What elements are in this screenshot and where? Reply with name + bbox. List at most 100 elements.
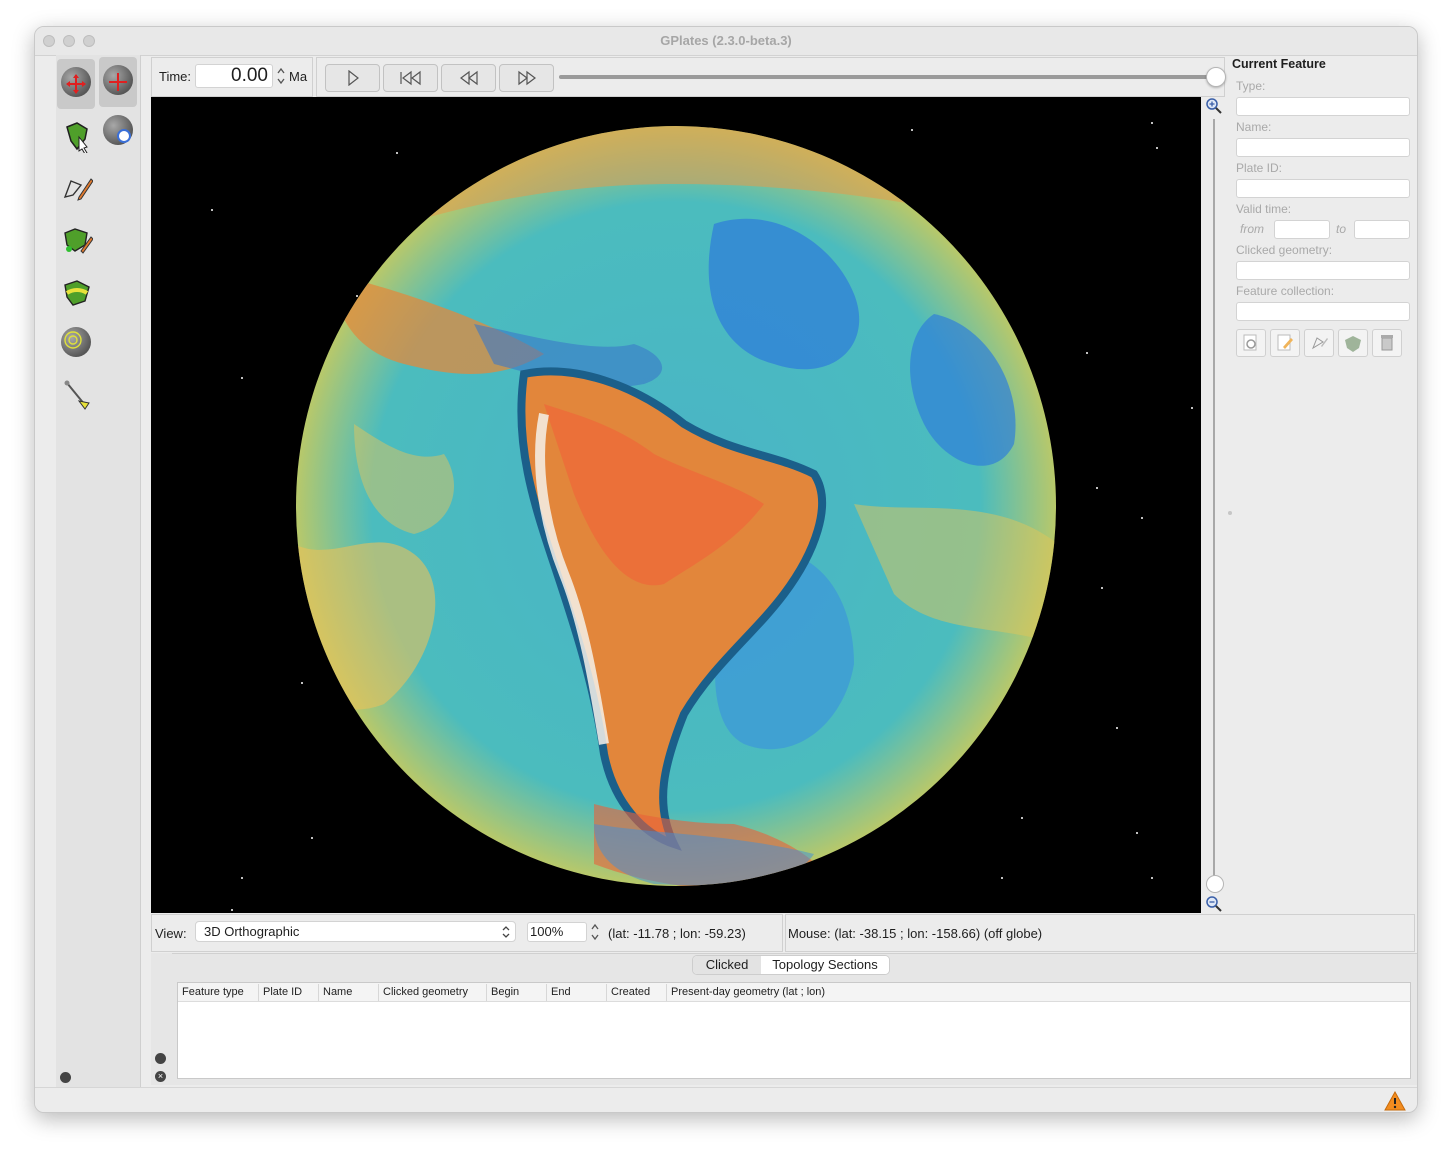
star-dot	[1086, 352, 1088, 354]
drag-globe-secondary-button[interactable]	[99, 57, 137, 107]
edit-feature-button[interactable]	[1270, 329, 1300, 357]
star-dot	[1096, 487, 1098, 489]
projection-select[interactable]: 3D Orthographic	[195, 921, 516, 942]
time-stepper-icon[interactable]	[276, 66, 286, 86]
zoom-globe-tool-button[interactable]	[99, 107, 137, 157]
move-vertex-button[interactable]	[1304, 329, 1334, 357]
bottom-panel-divider	[172, 953, 1417, 954]
feature-collection-field	[1236, 302, 1410, 321]
star-dot	[1151, 122, 1153, 124]
zoom-in-icon[interactable]	[1205, 97, 1223, 115]
chevron-updown-icon	[502, 926, 510, 938]
time-slider-track[interactable]	[559, 75, 1215, 79]
digitise-polyline-icon	[63, 178, 93, 201]
valid-time-to-field	[1354, 220, 1410, 239]
close-panel-icon[interactable]: ×	[155, 1071, 166, 1082]
small-circle-tool-button[interactable]	[57, 319, 95, 369]
star-dot	[241, 877, 243, 879]
window-title: GPlates (2.3.0-beta.3)	[660, 33, 792, 48]
zoom-slider[interactable]	[1203, 97, 1225, 913]
type-label: Type:	[1236, 79, 1266, 93]
choose-feature-tool-button[interactable]	[57, 111, 95, 161]
time-input[interactable]: 0.00	[195, 64, 273, 88]
globe-canvas[interactable]	[151, 97, 1201, 913]
column-header[interactable]: Present-day geometry (lat ; lon)	[666, 984, 825, 1001]
magnifier-plus-icon	[117, 129, 131, 143]
star-dot	[1116, 727, 1118, 729]
from-label: from	[1240, 222, 1264, 236]
star-dot	[1156, 147, 1158, 149]
reset-to-start-button[interactable]	[383, 64, 438, 92]
app-window: GPlates (2.3.0-beta.3) Time: 0.00 Ma Cur…	[34, 26, 1418, 1113]
plate-id-label: Plate ID:	[1236, 161, 1283, 175]
zoom-out-icon[interactable]	[1205, 895, 1223, 913]
column-header[interactable]: Begin	[486, 984, 519, 1001]
mouse-status-bar: Mouse: (lat: -38.15 ; lon: -158.66) (off…	[785, 914, 1415, 952]
edit-topology-tool-button[interactable]	[57, 215, 95, 265]
playback-toolbar	[316, 57, 1226, 97]
globe[interactable]	[294, 124, 1058, 888]
edit-feature-icon	[1277, 334, 1293, 351]
float-panel-icon[interactable]	[155, 1053, 166, 1064]
delete-button[interactable]	[1372, 329, 1402, 357]
tab-topology-sections[interactable]: Topology Sections	[761, 956, 889, 974]
star-dot	[1141, 517, 1143, 519]
fast-forward-icon	[517, 70, 536, 86]
star-dot	[1191, 407, 1193, 409]
query-feature-button[interactable]	[1236, 329, 1266, 357]
digitise-geometry-tool-button[interactable]	[57, 163, 95, 213]
table-header: Feature type Plate ID Name Clicked geome…	[178, 983, 1410, 1002]
delete-icon	[1381, 335, 1393, 351]
feature-collection-label: Feature collection:	[1236, 284, 1335, 298]
star-dot	[1136, 832, 1138, 834]
column-header[interactable]: Clicked geometry	[378, 984, 468, 1001]
star-dot	[241, 377, 243, 379]
feature-table[interactable]: Feature type Plate ID Name Clicked geome…	[177, 982, 1411, 1079]
column-header[interactable]: Feature type	[178, 984, 244, 1001]
build-topology-icon	[64, 280, 90, 306]
status-bar	[35, 1087, 1417, 1112]
time-control: Time: 0.00 Ma	[151, 57, 313, 97]
rewind-button[interactable]	[441, 64, 496, 92]
title-bar: GPlates (2.3.0-beta.3)	[35, 27, 1417, 56]
tab-bar: Clicked Topology Sections	[692, 955, 890, 975]
skip-to-start-icon	[399, 70, 421, 86]
splitter-handle[interactable]	[1228, 511, 1232, 515]
circle-rings-icon	[64, 331, 82, 349]
name-field	[1236, 138, 1410, 157]
reconstruct-icon	[1345, 336, 1361, 352]
column-header[interactable]: Created	[606, 984, 650, 1001]
column-header[interactable]: End	[546, 984, 571, 1001]
name-label: Name:	[1236, 120, 1272, 134]
time-unit-label: Ma	[289, 69, 308, 84]
camera-coordinates: (lat: -11.78 ; lon: -59.23)	[608, 926, 746, 941]
reconstruct-button[interactable]	[1338, 329, 1368, 357]
drag-globe-tool-button[interactable]	[57, 59, 95, 109]
time-slider-handle[interactable]	[1206, 67, 1226, 87]
zoom-percent-input[interactable]: 100%	[527, 922, 587, 942]
build-topology-tool-button[interactable]	[57, 267, 95, 317]
star-dot	[1151, 877, 1153, 879]
column-header[interactable]: Name	[318, 984, 352, 1001]
column-header[interactable]: Plate ID	[258, 984, 302, 1001]
move-arrows-icon	[66, 74, 86, 94]
play-button[interactable]	[325, 64, 380, 92]
zoom-stepper-icon[interactable]	[590, 921, 600, 943]
zoom-slider-track[interactable]	[1213, 119, 1215, 889]
clicked-geometry-label: Clicked geometry:	[1236, 243, 1333, 257]
tab-clicked[interactable]: Clicked	[693, 956, 761, 974]
star-dot	[1101, 587, 1103, 589]
bottom-panel: Clicked Topology Sections Feature type P…	[151, 953, 1417, 1085]
rewind-icon	[459, 70, 478, 86]
query-feature-icon	[1243, 334, 1257, 351]
edit-topology-icon	[64, 228, 93, 254]
fast-forward-button[interactable]	[499, 64, 554, 92]
choose-feature-icon	[66, 122, 88, 153]
measure-distance-tool-button[interactable]	[57, 371, 95, 421]
projection-value: 3D Orthographic	[204, 924, 300, 939]
restore-panel-icon[interactable]	[60, 1072, 71, 1083]
to-label: to	[1336, 222, 1347, 236]
valid-time-label: Valid time:	[1236, 202, 1292, 216]
warning-icon[interactable]	[1384, 1091, 1406, 1111]
zoom-slider-handle[interactable]	[1206, 875, 1224, 893]
